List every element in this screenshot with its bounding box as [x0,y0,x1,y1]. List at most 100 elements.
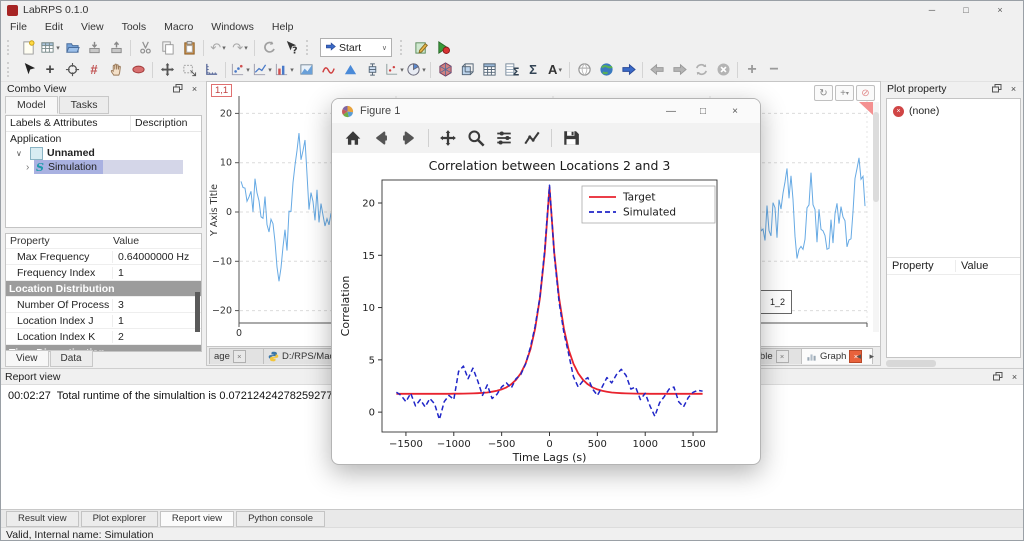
dropdown-arrow-icon[interactable]: ▾ [268,66,272,74]
pie-chart-button[interactable]: ▾ [406,60,426,79]
text-a-button[interactable]: A▾ [545,60,565,79]
move-arrows-button[interactable] [157,60,177,79]
ellipse-button[interactable] [128,60,148,79]
property-row-max-frequency[interactable]: Max Frequency0.64000000 Hz [6,248,201,264]
menu-file[interactable]: File [1,19,36,35]
scrollbar-thumb[interactable] [195,292,200,332]
vertical-scrollbar[interactable] [873,102,879,332]
fig-forward-button[interactable] [396,126,422,150]
polyhedron-3d-button[interactable] [435,60,455,79]
tab-data[interactable]: Data [50,350,93,367]
tree-item-simulation[interactable]: › SSimulation [6,160,201,174]
refresh-button[interactable] [259,38,279,57]
tab-scroll-arrows[interactable]: ◂ ▸ [856,351,877,362]
arrow-blue-button[interactable] [618,60,638,79]
pan-hand-button[interactable] [106,60,126,79]
tree-item-workbench[interactable]: ∨ Unnamed [6,146,201,160]
view-tab-report-view[interactable]: Report view [160,511,234,527]
dropdown-arrow-icon[interactable]: ▾ [422,66,426,74]
redo-button[interactable]: ↷▾ [230,38,250,57]
fig-back-button[interactable] [368,126,394,150]
paste-button[interactable] [179,38,199,57]
figure-maximize-button[interactable]: □ [687,106,719,117]
add-plus-button[interactable]: + [40,60,60,79]
whats-this-button[interactable]: ? [281,38,301,57]
cut-button[interactable] [135,38,155,57]
globe-button[interactable] [596,60,616,79]
mdi-tab-age[interactable]: age× [209,348,271,364]
line-plot-button[interactable]: ▾ [252,60,272,79]
nav-back-button[interactable] [647,60,667,79]
copy-button[interactable] [157,38,177,57]
horizontal-scrollbar[interactable] [886,360,1021,367]
bar-chart-button[interactable]: ▾ [274,60,294,79]
box-3d-button[interactable] [457,60,477,79]
window-maximize-button[interactable]: □ [949,2,983,18]
sigma-button[interactable]: Σ [523,60,543,79]
dropdown-arrow-icon[interactable]: ▾ [246,66,250,74]
chevron-expanded-icon[interactable]: ∨ [16,149,26,158]
disable-button[interactable]: ⊘ [856,85,875,101]
toolbar-handle[interactable] [7,62,13,77]
property-group-location-distribution[interactable]: Location Distribution [6,280,201,296]
property-row-location-index-j[interactable]: Location Index J1 [6,312,201,328]
property-row-frequency-index[interactable]: Frequency Index1 [6,264,201,280]
close-panel-button[interactable]: × [1007,83,1020,94]
select-arrow-button[interactable] [18,60,38,79]
zoom-region-button[interactable] [179,60,199,79]
tab-close-icon[interactable]: × [233,350,246,363]
nav-refresh-button[interactable] [691,60,711,79]
figure-close-button[interactable]: × [719,106,751,117]
chevron-collapsed-icon[interactable]: › [26,162,34,173]
dot-plot-button[interactable]: ▾ [384,60,404,79]
table-view-button[interactable]: ▾ [40,38,60,57]
menu-view[interactable]: View [72,19,113,35]
fig-pan-button[interactable] [435,126,461,150]
axes-corner-button[interactable] [201,60,221,79]
view-tab-python-console[interactable]: Python console [236,511,325,527]
triangle-area-button[interactable] [340,60,360,79]
zoom-add-button[interactable]: +▾ [835,85,854,101]
tab-view[interactable]: View [5,350,49,367]
close-panel-button[interactable]: × [1008,371,1021,382]
zoom-in-button[interactable]: + [742,60,762,79]
menu-tools[interactable]: Tools [113,19,156,35]
dropdown-arrow-icon[interactable]: ▾ [290,66,294,74]
toolbar-handle[interactable] [306,40,312,55]
fig-save-button[interactable] [558,126,584,150]
macro-exec-button[interactable] [433,38,453,57]
target-button[interactable] [62,60,82,79]
close-panel-button[interactable]: × [188,83,201,94]
figure-canvas[interactable]: Correlation between Locations 2 and 3−15… [332,153,760,464]
tab-close-icon[interactable]: × [776,350,789,363]
dropdown-arrow-icon[interactable]: ▾ [244,44,248,52]
view-tab-result-view[interactable]: Result view [6,511,79,527]
file-new-button[interactable] [18,38,38,57]
workbench-selector[interactable]: Start ∨ [320,38,392,57]
folder-open-button[interactable] [62,38,82,57]
tab-model[interactable]: Model [5,96,58,114]
float-panel-button[interactable] [990,83,1003,94]
sum-sheet-button[interactable]: Σ [501,60,521,79]
window-close-button[interactable]: × [983,2,1017,18]
save-export-button[interactable] [106,38,126,57]
dropdown-arrow-icon[interactable]: ▾ [558,66,562,74]
curve-plot-button[interactable] [318,60,338,79]
property-row-location-index-k[interactable]: Location Index K2 [6,328,201,344]
menu-macro[interactable]: Macro [155,19,202,35]
spreadsheet-button[interactable] [479,60,499,79]
node-hash-button[interactable]: # [84,60,104,79]
box-plot-button[interactable] [362,60,382,79]
view-tab-plot-explorer[interactable]: Plot explorer [81,511,158,527]
dropdown-arrow-icon[interactable]: ▾ [56,44,60,52]
zoom-out-button[interactable]: − [764,60,784,79]
rotate-view-button[interactable]: ↻ [814,85,833,101]
macro-edit-button[interactable] [411,38,431,57]
toolbar-handle[interactable] [400,40,406,55]
float-panel-button[interactable] [991,371,1004,382]
area-chart-button[interactable] [296,60,316,79]
window-minimize-button[interactable]: ─ [915,2,949,18]
menu-help[interactable]: Help [263,19,303,35]
tab-tasks[interactable]: Tasks [59,96,110,114]
fig-home-button[interactable] [340,126,366,150]
